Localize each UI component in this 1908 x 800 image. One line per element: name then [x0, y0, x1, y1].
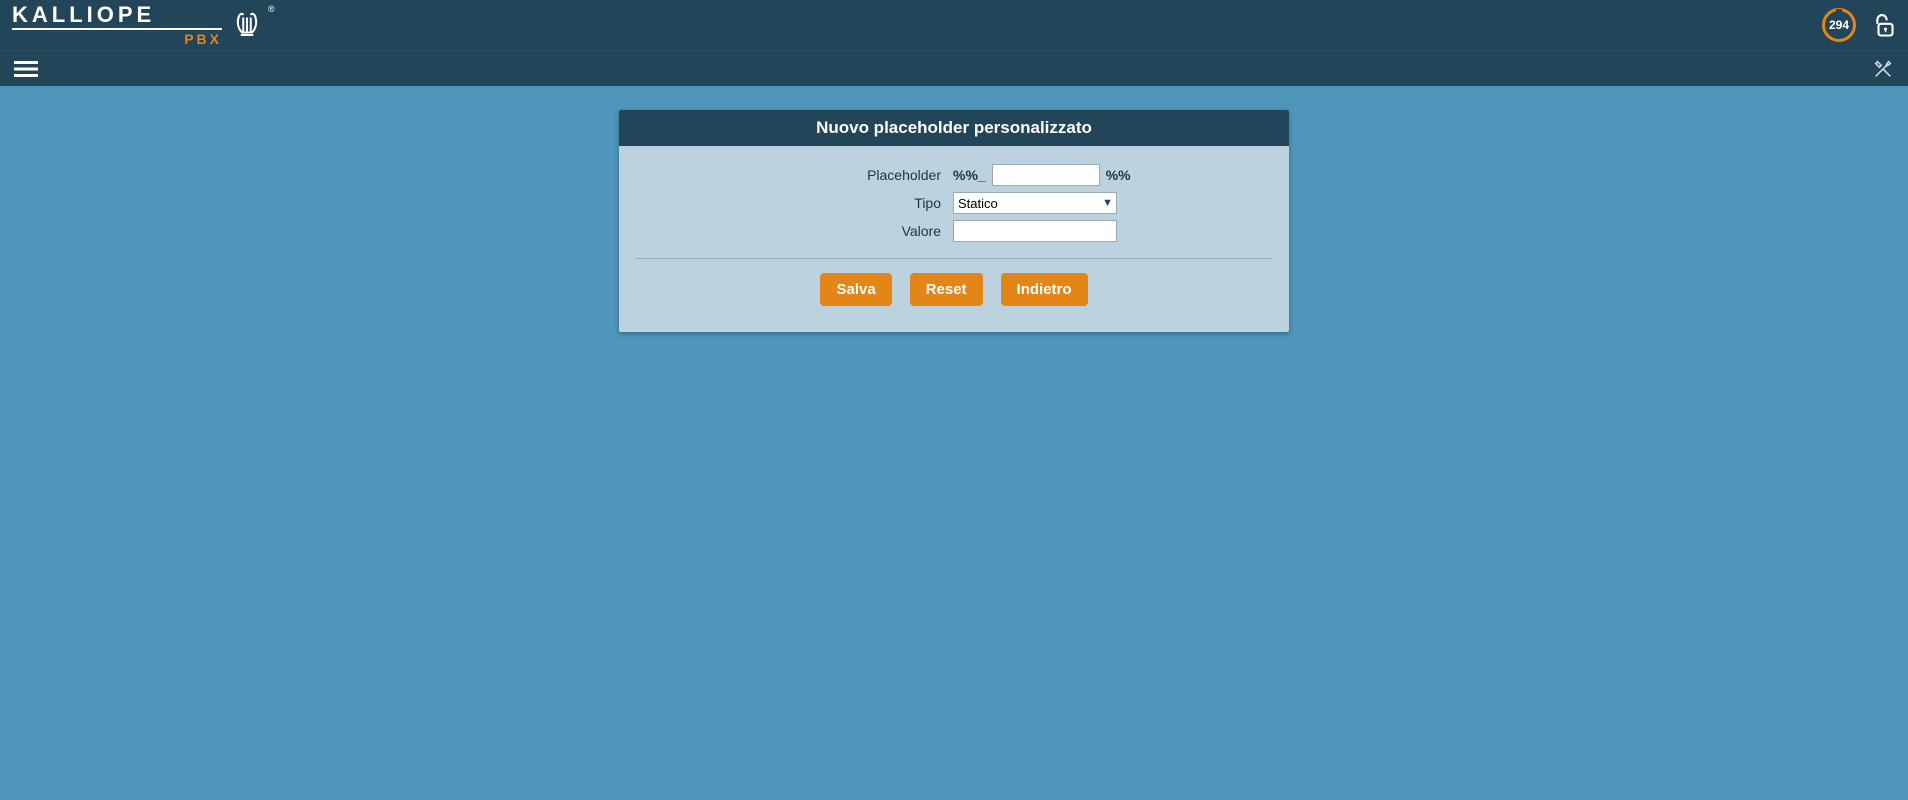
- session-counter[interactable]: 294: [1822, 8, 1856, 42]
- placeholder-suffix: %%: [1106, 167, 1131, 183]
- counter-value: 294: [1829, 18, 1849, 32]
- form-panel: Nuovo placeholder personalizzato Placeho…: [619, 110, 1289, 332]
- panel-title: Nuovo placeholder personalizzato: [619, 110, 1289, 146]
- divider: [635, 258, 1273, 259]
- placeholder-control: %%_ %%: [953, 164, 1131, 186]
- registered-mark: ®: [268, 4, 275, 14]
- tipo-control: Statico ▼: [953, 192, 1117, 214]
- tipo-select-wrap: Statico ▼: [953, 192, 1117, 214]
- app-logo: KALLIOPE PBX ®: [12, 4, 275, 46]
- back-button[interactable]: Indietro: [1001, 273, 1088, 306]
- tools-icon[interactable]: [1872, 58, 1894, 80]
- row-valore: Valore: [633, 220, 1275, 242]
- placeholder-prefix: %%_: [953, 167, 986, 183]
- content-area: Nuovo placeholder personalizzato Placeho…: [0, 86, 1908, 332]
- tipo-select[interactable]: Statico: [953, 192, 1117, 214]
- valore-input[interactable]: [953, 220, 1117, 242]
- logo-text: KALLIOPE PBX: [12, 4, 222, 46]
- row-placeholder: Placeholder %%_ %%: [633, 164, 1275, 186]
- valore-control: [953, 220, 1117, 242]
- tipo-label: Tipo: [633, 195, 953, 211]
- logo-underline: [12, 28, 222, 30]
- placeholder-input[interactable]: [992, 164, 1100, 186]
- valore-label: Valore: [633, 223, 953, 239]
- save-button[interactable]: Salva: [820, 273, 891, 306]
- hamburger-menu-icon[interactable]: [14, 59, 38, 79]
- unlock-icon[interactable]: [1868, 10, 1896, 40]
- row-tipo: Tipo Statico ▼: [633, 192, 1275, 214]
- panel-actions: Salva Reset Indietro: [633, 273, 1275, 324]
- app-subheader: [0, 50, 1908, 86]
- app-header: KALLIOPE PBX ® 294: [0, 0, 1908, 50]
- reset-button[interactable]: Reset: [910, 273, 983, 306]
- placeholder-label: Placeholder: [633, 167, 953, 183]
- panel-body: Placeholder %%_ %% Tipo Statico ▼: [619, 146, 1289, 332]
- logo-main-text: KALLIOPE: [12, 4, 222, 26]
- lyre-icon: [232, 10, 262, 40]
- header-right: 294: [1822, 8, 1896, 42]
- logo-sub-text: PBX: [184, 32, 222, 46]
